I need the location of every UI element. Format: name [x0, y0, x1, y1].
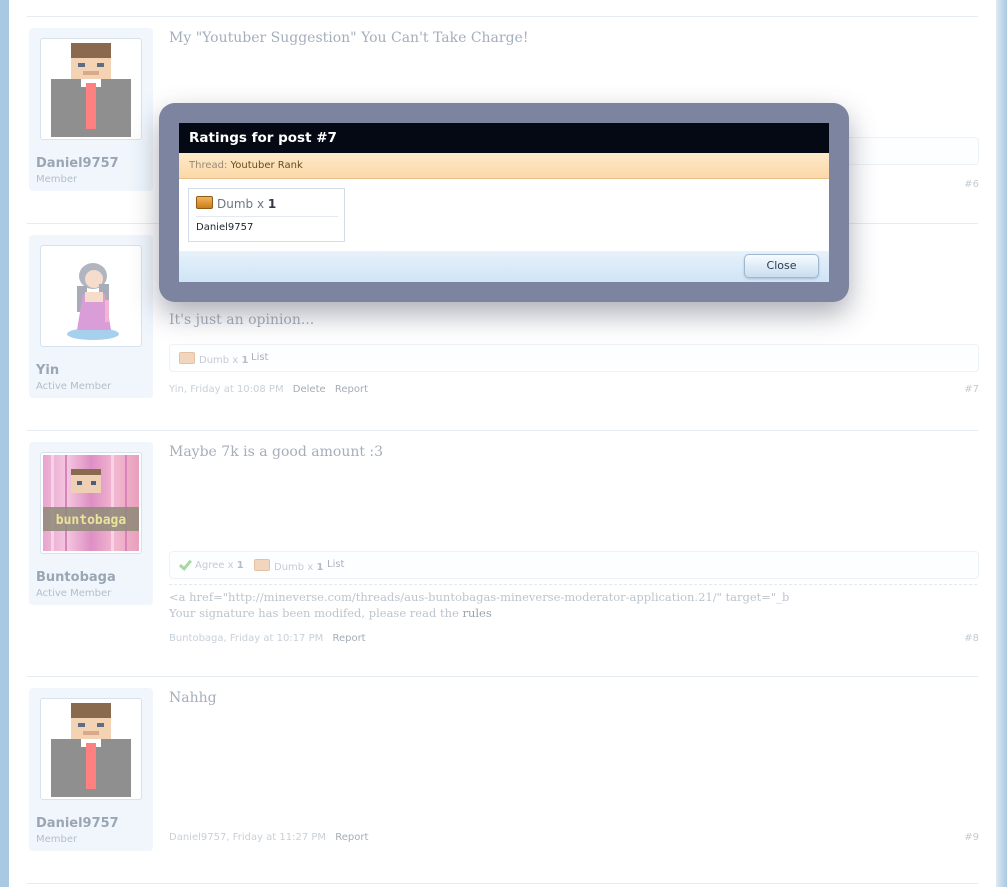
report-link[interactable]: Report: [332, 633, 365, 644]
post-meta: Yin, Friday at 10:08 PM Delete Report: [169, 384, 368, 395]
rating-label: Dumb: [274, 562, 305, 573]
rating-count: 1: [241, 355, 249, 366]
message-text: It's just an opinion...: [169, 312, 315, 328]
avatar[interactable]: buntobaga: [40, 452, 142, 554]
username[interactable]: Daniel9757: [36, 156, 119, 171]
overlay-title: Ratings for post #7: [179, 123, 829, 153]
page-edge: [996, 0, 1007, 887]
ratings-list-link[interactable]: List: [251, 352, 268, 363]
signature-text: <a href="http://mineverse.com/threads/au…: [169, 590, 790, 604]
user-title: Member: [36, 834, 78, 845]
rating-times: x: [307, 562, 314, 573]
user-title: Active Member: [36, 381, 112, 392]
ratings-list: Dumb x 1 Daniel9757: [188, 188, 345, 242]
rating-count: 1: [267, 197, 277, 211]
post-meta: Buntobaga, Friday at 10:17 PM Report: [169, 633, 366, 644]
anime-avatar-icon: [67, 263, 119, 340]
username[interactable]: Yin: [36, 363, 59, 378]
dumb-rating-icon: [179, 352, 195, 364]
avatar[interactable]: [40, 698, 142, 800]
overlay-thread-bar: Thread: Youtuber Rank: [179, 153, 829, 179]
signature-divider: [169, 584, 977, 585]
rater-username[interactable]: Daniel9757: [196, 222, 253, 233]
rating-count: 1: [316, 562, 324, 573]
dumb-rating-icon: [254, 559, 270, 571]
message-text: Maybe 7k is a good amount :3: [169, 444, 384, 460]
message-text: Nahhg: [169, 690, 217, 706]
rating-times: x: [232, 355, 239, 366]
message-text: My "Youtuber Suggestion" You Can't Take …: [169, 30, 529, 46]
agree-rating-icon: [179, 559, 191, 569]
post-divider: [27, 430, 978, 431]
avatar-logo-text: buntobaga: [56, 513, 127, 528]
post-author-date[interactable]: Buntobaga, Friday at 10:17 PM: [169, 633, 323, 644]
overlay-footer: Close: [179, 251, 829, 282]
rating-times: x: [256, 197, 265, 211]
dumb-rating-icon: [196, 196, 213, 209]
avatar[interactable]: [40, 245, 142, 347]
permalink[interactable]: #8: [964, 633, 979, 644]
post-divider: [27, 883, 978, 884]
post-meta: Daniel9757, Friday at 11:27 PM Report: [169, 832, 368, 843]
post-divider: [27, 16, 978, 17]
signature-notice-text: Your signature has been modifed, please …: [169, 606, 463, 620]
rating-agree[interactable]: Agree x 1: [179, 559, 244, 571]
permalink[interactable]: #9: [964, 832, 979, 843]
rating-bar: Agree x 1 Dumb x 1 List: [169, 551, 979, 579]
user-title: Active Member: [36, 588, 112, 599]
avatar[interactable]: [40, 38, 142, 140]
post-author-date[interactable]: Yin, Friday at 10:08 PM: [169, 384, 284, 395]
user-card: Daniel9757 Member: [29, 688, 153, 851]
buntobaga-avatar-icon: buntobaga: [43, 455, 139, 551]
rating-label: Dumb: [217, 197, 254, 211]
delete-link[interactable]: Delete: [293, 384, 326, 395]
ratings-overlay: Ratings for post #7 Thread: Youtuber Ran…: [159, 103, 849, 302]
rating-dumb[interactable]: Dumb x 1: [179, 352, 248, 366]
post-divider: [27, 676, 978, 677]
user-card: Yin Active Member: [29, 235, 153, 398]
report-link[interactable]: Report: [335, 832, 368, 843]
permalink[interactable]: #7: [964, 384, 979, 395]
post-author-date[interactable]: Daniel9757, Friday at 11:27 PM: [169, 832, 326, 843]
user-card: Daniel9757 Member: [29, 28, 153, 191]
signature-notice: Your signature has been modifed, please …: [169, 606, 492, 620]
minecraft-avatar-icon: [51, 703, 131, 797]
rating-header: Dumb x 1: [196, 196, 338, 217]
overlay-content: Ratings for post #7 Thread: Youtuber Ran…: [179, 123, 829, 282]
username[interactable]: Buntobaga: [36, 570, 116, 585]
ratings-list-link[interactable]: List: [327, 559, 344, 570]
user-card: buntobaga Buntobaga Active Member: [29, 442, 153, 605]
thread-title-link[interactable]: Youtuber Rank: [231, 160, 303, 171]
rating-bar: Dumb x 1 List: [169, 344, 979, 372]
close-button[interactable]: Close: [744, 254, 819, 278]
thread-prefix: Thread:: [189, 160, 231, 171]
user-title: Member: [36, 174, 78, 185]
permalink[interactable]: #6: [964, 179, 979, 190]
report-link[interactable]: Report: [335, 384, 368, 395]
minecraft-avatar-icon: [51, 43, 131, 137]
rating-times: x: [227, 560, 234, 571]
rating-label: Agree: [195, 560, 225, 571]
rating-label: Dumb: [199, 355, 230, 366]
rating-count: 1: [236, 560, 244, 571]
username[interactable]: Daniel9757: [36, 816, 119, 831]
rules-link[interactable]: rules: [462, 606, 491, 620]
rating-dumb[interactable]: Dumb x 1: [254, 559, 323, 573]
